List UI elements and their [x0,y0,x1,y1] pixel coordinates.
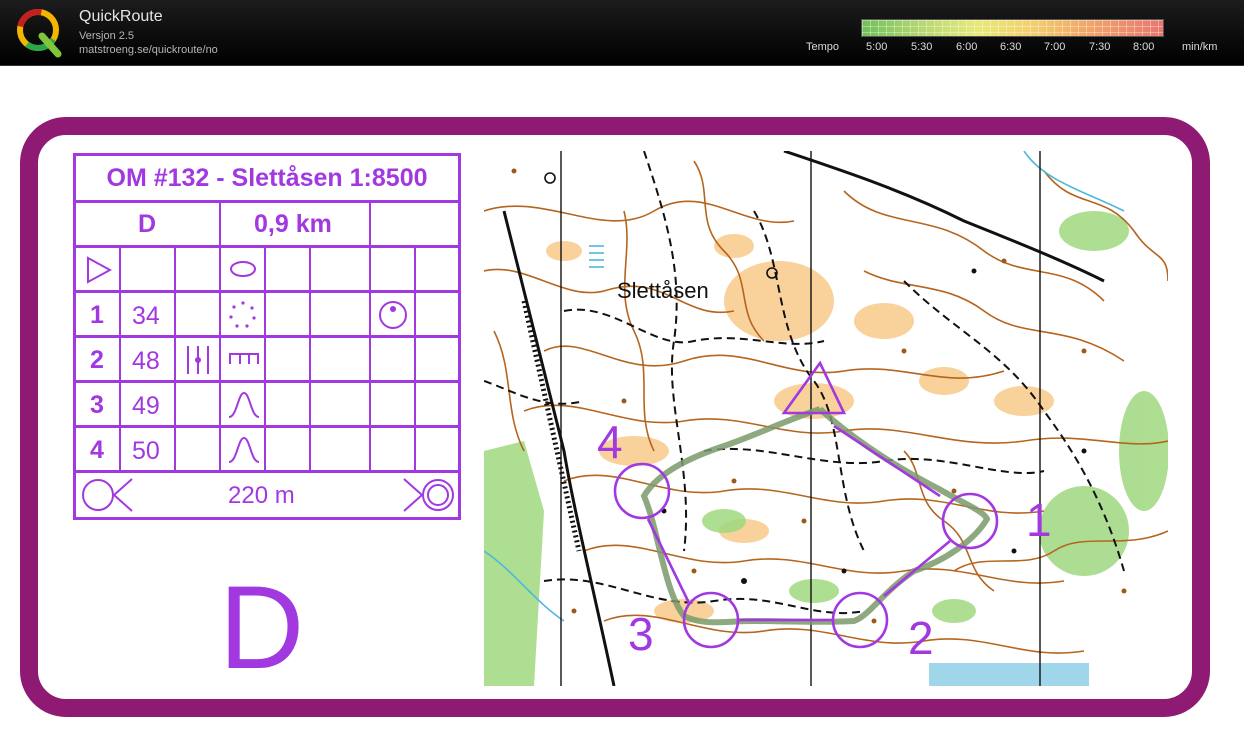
tempo-tick: 8:00 [1133,41,1155,53]
finish-start-circle-icon [82,478,133,512]
map-graphics [484,151,1168,686]
control-description-sheet: OM #132 - Slettåsen 1:8500 D 0,9 km 1 34 [73,153,461,520]
bell-curve-icon [228,436,260,463]
control-code: 34 [132,302,160,330]
tempo-color-scale [861,19,1164,37]
start-triangle-icon [87,256,112,284]
tempo-tick: 6:30 [1000,41,1022,53]
control-code: 48 [132,347,160,375]
control-number: 2 [90,346,104,374]
knoll-circle-icon [379,301,407,329]
map-place-name: Slettåsen [617,278,709,303]
control-code: 49 [132,392,160,420]
description-finish-row: 220 m [76,473,458,517]
tempo-tick: 7:30 [1089,41,1111,53]
map-roads [502,151,1105,686]
description-control-row: 2 48 [76,338,458,383]
comb-icon [229,353,259,364]
water-features [484,151,1125,686]
fence-crossing-icon [187,346,209,374]
finish-distance: 220 m [228,482,295,509]
tempo-tick: 6:00 [956,41,978,53]
finish-end-circle-icon [403,478,454,512]
control-label-3: 3 [628,608,654,660]
control-circle-4 [613,462,671,520]
course-length: 0,9 km [254,210,332,238]
tempo-label: Tempo [806,41,840,53]
dot-ring-icon [229,301,256,328]
control-label-2: 2 [908,612,934,664]
class-code: D [138,210,157,238]
control-code: 50 [132,437,160,465]
app-url[interactable]: matstroeng.se/quickroute/no [79,44,218,56]
ellipse-feature-icon [230,261,256,277]
bell-curve-icon [228,391,260,418]
app-header: QuickRoute Versjon 2.5 matstroeng.se/qui… [0,0,1244,66]
description-class-row: D 0,9 km [76,203,458,248]
map-ring-features [544,172,778,279]
description-title-row: OM #132 - Slettåsen 1:8500 [76,156,458,203]
control-number: 1 [90,301,104,329]
description-control-row: 3 49 [76,383,458,428]
control-label-4: 4 [597,416,623,468]
description-start-row [76,248,458,293]
control-number: 4 [90,436,104,464]
description-control-row: 4 50 [76,428,458,473]
orienteering-map[interactable]: Slettåsen 1 2 3 4 [484,151,1168,686]
control-label-1: 1 [1026,494,1052,546]
large-class-letter: D [219,562,305,694]
app-version: Versjon 2.5 [79,30,135,42]
description-control-row: 1 34 [76,293,458,338]
tempo-tick: 5:00 [866,41,888,53]
quickroute-q-logo-icon [17,9,62,58]
tempo-tick: 5:30 [911,41,933,53]
app-title: QuickRoute [79,8,163,25]
description-title: OM #132 - Slettåsen 1:8500 [106,164,428,192]
tempo-unit: min/km [1182,41,1218,53]
control-number: 3 [90,391,104,419]
tempo-tick: 7:00 [1044,41,1066,53]
